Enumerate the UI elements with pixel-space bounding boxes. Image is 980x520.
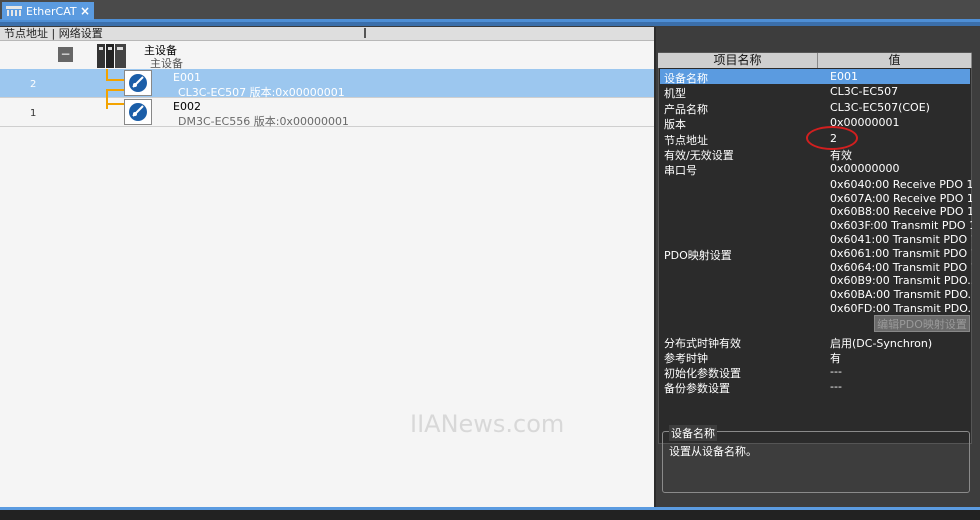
slave-row-e002[interactable]: 1 E002 DM3C-EC556 版本:0x00000001: [0, 98, 654, 128]
servo-drive-icon: [124, 99, 152, 125]
property-row[interactable]: 参考时钟有: [660, 349, 970, 365]
slave-model: DM3C-EC556 版本:0x00000001: [178, 115, 349, 128]
property-row[interactable]: 初始化参数设置 ---: [660, 364, 970, 380]
edit-pdo-mapping-button[interactable]: 编辑PDO映射设置: [874, 315, 970, 332]
description-box: 设备名称 设置从设备名称。: [662, 425, 970, 493]
pdo-entry: 0x6040:00 Receive PDO 1/...: [830, 178, 972, 191]
highlight-circle-annotation: [806, 126, 858, 150]
pdo-entry: 0x6041:00 Transmit PDO 1...: [830, 233, 972, 246]
property-name: 备份参数设置: [664, 382, 730, 395]
network-connector-line: [106, 89, 126, 105]
property-name: 机型: [664, 87, 686, 100]
property-name: 串口号: [664, 164, 697, 177]
slave-row-e001[interactable]: 2 E001 CL3C-EC507 版本:0x00000001: [0, 69, 654, 99]
pdo-mapping-row[interactable]: PDO映射设置 0x6040:00 Receive PDO 1/... 0x60…: [660, 177, 972, 333]
property-value: ---: [830, 380, 842, 393]
slave-name: E002: [173, 100, 201, 113]
pdo-entry: 0x60BA:00 Transmit PDO...: [830, 288, 972, 301]
slave-name: E001: [173, 71, 201, 84]
property-row[interactable]: 有效/无效设置 有效: [660, 146, 970, 162]
description-title: 设备名称: [669, 425, 717, 441]
node-address: 2: [30, 79, 37, 90]
property-grid-header: 项目名称 值: [658, 53, 972, 68]
column-header-name[interactable]: 项目名称: [658, 53, 818, 68]
property-row[interactable]: 机型 CL3C-EC507: [660, 84, 970, 100]
tab-label: EtherCAT: [26, 4, 77, 18]
close-tab-icon[interactable]: ×: [80, 4, 90, 18]
node-address: 1: [30, 108, 37, 119]
property-name: PDO映射设置: [664, 249, 732, 262]
master-controller-icon: [97, 44, 127, 68]
pdo-entry: 0x607A:00 Receive PDO 1...: [830, 192, 972, 205]
master-row[interactable]: − 主设备 主设备: [0, 41, 654, 70]
tree-header: 节点地址 | 网络设置: [0, 27, 654, 41]
pdo-entry: 0x60FD:00 Transmit PDO...: [830, 302, 972, 315]
column-header-value[interactable]: 值: [818, 53, 972, 68]
network-icon: [6, 5, 22, 17]
tab-ethercat[interactable]: EtherCAT ×: [2, 2, 94, 20]
property-value: CL3C-EC507(COE): [830, 101, 930, 114]
tab-bar: EtherCAT ×: [0, 0, 980, 22]
column-splitter[interactable]: [364, 28, 366, 38]
pdo-entry: 0x60B8:00 Receive PDO 1/...: [830, 205, 972, 218]
tab-underline: [0, 22, 980, 26]
property-row[interactable]: 备份参数设置 ---: [660, 379, 970, 395]
pdo-entry: 0x6064:00 Transmit PDO 1...: [830, 261, 972, 274]
property-row[interactable]: 串口号 0x00000000: [660, 161, 970, 177]
property-name: 版本: [664, 118, 686, 131]
property-value: 0x00000000: [830, 162, 900, 175]
property-value: CL3C-EC507: [830, 85, 899, 98]
pdo-entry: 0x60B9:00 Transmit PDO...: [830, 274, 972, 287]
description-text: 设置从设备名称。: [669, 445, 757, 458]
tree-header-label: 节点地址 | 网络设置: [4, 27, 103, 40]
network-connector-line: [106, 89, 108, 109]
property-row[interactable]: 设备名称 E001: [660, 69, 970, 85]
collapse-icon[interactable]: −: [58, 47, 73, 62]
property-value: E001: [830, 70, 858, 83]
watermark: IIANews.com: [410, 410, 565, 438]
network-connector-line: [106, 69, 126, 81]
property-row[interactable]: 产品名称 CL3C-EC507(COE): [660, 100, 970, 116]
servo-drive-icon: [124, 70, 152, 96]
bottom-status-bar: [0, 507, 980, 520]
property-value: ---: [830, 365, 842, 378]
property-row[interactable]: 分布式时钟有效 启用(DC-Synchron): [660, 334, 970, 350]
pdo-entry: 0x603F:00 Transmit PDO 1...: [830, 219, 972, 232]
pdo-entry: 0x6061:00 Transmit PDO 1...: [830, 247, 972, 260]
